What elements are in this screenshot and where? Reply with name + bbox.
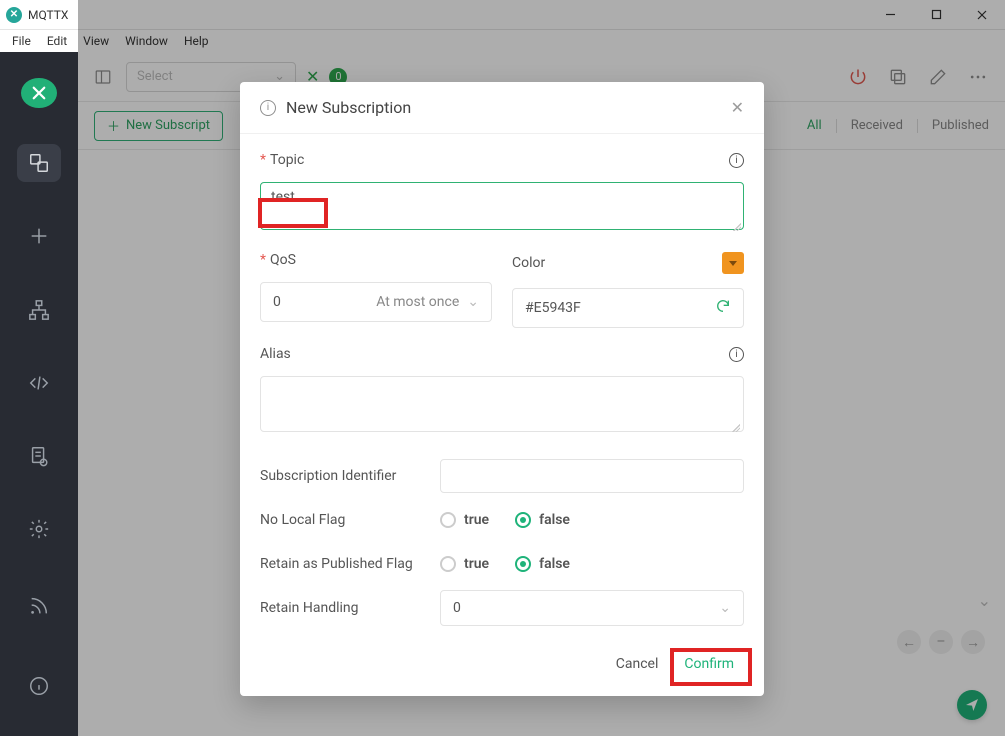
cancel-button[interactable]: Cancel — [616, 656, 659, 672]
qos-text: At most once — [376, 294, 459, 310]
refresh-icon[interactable] — [715, 298, 731, 318]
app-logo — [21, 78, 57, 108]
menu-edit[interactable]: Edit — [39, 32, 75, 50]
dialog-close-button[interactable]: ✕ — [731, 98, 744, 117]
retain-published-label: Retain as Published Flag — [260, 556, 440, 572]
app-icon-letter: ✕ — [10, 9, 18, 20]
nav-connections-icon[interactable] — [17, 144, 61, 181]
radio-label: true — [464, 512, 489, 528]
nav-log-icon[interactable] — [17, 437, 61, 474]
radio-label: true — [464, 556, 489, 572]
retain-pub-false-radio[interactable]: false — [515, 556, 570, 572]
color-label: Color — [512, 255, 545, 271]
nav-info-icon[interactable] — [17, 664, 61, 708]
dialog-title: New Subscription — [286, 98, 411, 117]
radio-label: false — [539, 512, 570, 528]
retain-handling-value: 0 — [453, 600, 461, 616]
no-local-label: No Local Flag — [260, 512, 440, 528]
qos-value: 0 — [273, 294, 281, 310]
color-input[interactable]: #E5943F — [512, 288, 744, 328]
app-title: MQTTX — [28, 8, 68, 22]
qos-label: QoS — [270, 252, 296, 268]
subscription-id-label: Subscription Identifier — [260, 468, 440, 484]
dialog-body: * Topic i * QoS 0 At most — [240, 134, 764, 636]
qos-select[interactable]: 0 At most once ⌄ — [260, 282, 492, 322]
no-local-false-radio[interactable]: false — [515, 512, 570, 528]
dialog-header: i New Subscription ✕ — [240, 82, 764, 134]
radio-label: false — [539, 556, 570, 572]
no-local-true-radio[interactable]: true — [440, 512, 489, 528]
subscription-id-input[interactable] — [440, 459, 744, 493]
retain-handling-select[interactable]: 0 ⌄ — [440, 590, 744, 626]
nav-code-icon[interactable] — [17, 364, 61, 401]
nav-rss-icon[interactable] — [17, 584, 61, 628]
retain-pub-true-radio[interactable]: true — [440, 556, 489, 572]
left-nav — [0, 52, 78, 736]
info-icon[interactable]: i — [729, 347, 744, 362]
color-picker-swatch[interactable] — [722, 252, 744, 274]
nav-add-icon[interactable] — [17, 218, 61, 255]
app-icon: ✕ — [6, 7, 22, 23]
new-subscription-dialog: i New Subscription ✕ * Topic i * — [240, 82, 764, 696]
retain-handling-label: Retain Handling — [260, 600, 440, 616]
topic-label: Topic — [270, 152, 304, 168]
alias-input[interactable] — [260, 376, 744, 432]
required-asterisk: * — [260, 252, 266, 268]
resize-handle-icon[interactable] — [733, 223, 741, 231]
topic-input[interactable] — [260, 182, 744, 230]
required-asterisk: * — [260, 152, 266, 168]
menu-file[interactable]: File — [4, 32, 39, 50]
nav-tree-icon[interactable] — [17, 291, 61, 328]
alias-label: Alias — [260, 346, 291, 362]
nav-settings-icon[interactable] — [17, 511, 61, 548]
chevron-down-icon: ⌄ — [719, 600, 731, 616]
color-value: #E5943F — [525, 300, 581, 316]
confirm-button[interactable]: Confirm — [676, 650, 742, 678]
chevron-down-icon: ⌄ — [467, 294, 479, 310]
info-icon[interactable]: i — [729, 153, 744, 168]
dialog-footer: Cancel Confirm — [240, 636, 764, 696]
info-icon: i — [260, 100, 276, 116]
